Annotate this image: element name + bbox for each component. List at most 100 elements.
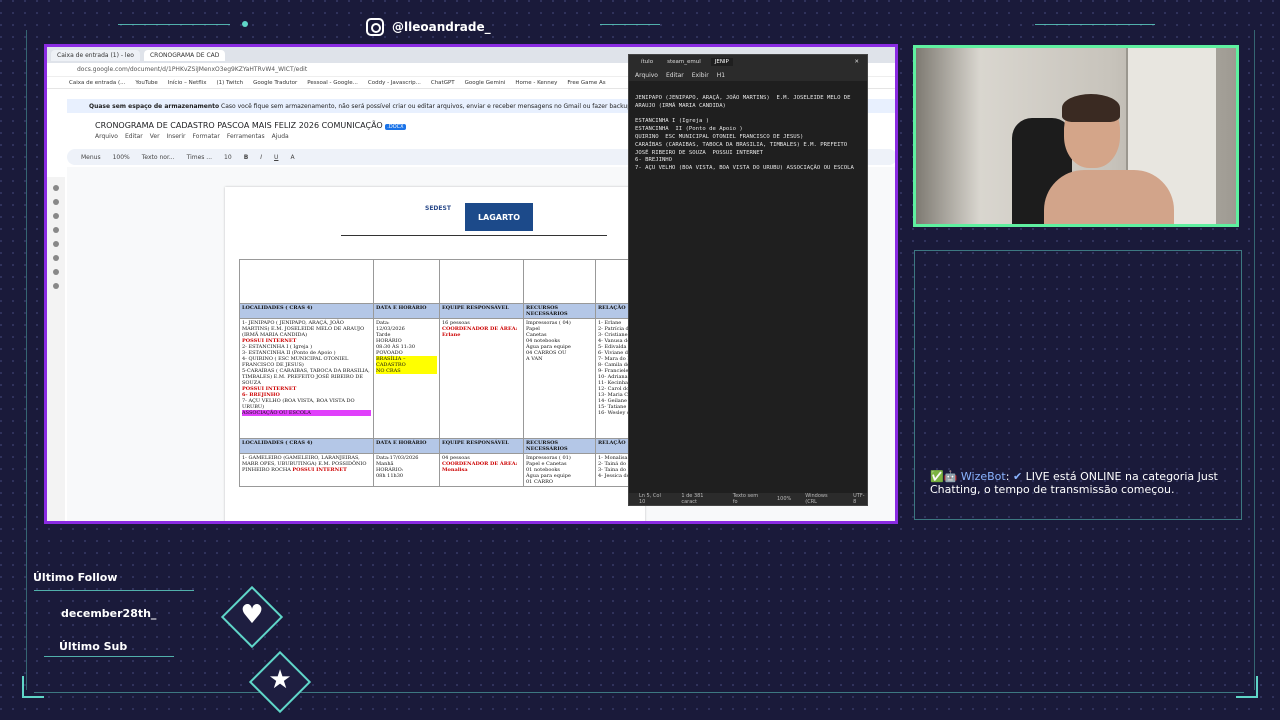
menu-arquivo[interactable]: Arquivo [95, 133, 118, 140]
zoom-select[interactable]: 100% [113, 154, 130, 161]
top-deco-dot [242, 21, 248, 27]
webcam-feed [913, 45, 1239, 227]
menu-ver[interactable]: Ver [150, 133, 160, 140]
sedest-logo: SEDEST [425, 205, 451, 212]
notepad-menu-editar[interactable]: Editar [666, 72, 684, 79]
storage-warning-text: Caso você fique sem armazenamento, não s… [221, 102, 676, 110]
document-title-text: CRONOGRAMA DE CADASTRO PASCOA MAIS FELIZ… [95, 121, 383, 130]
corner-bottom-left [22, 676, 44, 698]
bookmark-item[interactable]: Pessoal - Google... [307, 80, 358, 86]
menu-editar[interactable]: Editar [125, 133, 143, 140]
notepad-menu-exibir[interactable]: Exibir [692, 72, 709, 79]
italic-button[interactable]: I [260, 154, 262, 161]
bookmark-item[interactable]: Coddy - Javascrip... [368, 80, 421, 86]
top-deco-line [118, 24, 230, 25]
bookmark-item[interactable]: ChatGPT [431, 80, 455, 86]
table-header-row-2: LOCALIDADES ( CRAS 4) DATA E HORÁRIO EQU… [239, 438, 636, 454]
bookmark-item[interactable]: Google Tradutor [253, 80, 297, 86]
bookmark-item[interactable]: YouTube [135, 80, 157, 86]
zoom-status: 100% [776, 496, 792, 502]
url-text: docs.google.com/document/d/1PHKvZSiJMenx… [77, 66, 308, 73]
sidebar-icon[interactable] [53, 283, 59, 289]
text-line: JOSÉ RIBEIRO DE SOUZA POSSUI INTERNET [635, 149, 763, 156]
encoding-status: UTF-8 [853, 493, 865, 505]
webcam-person-hair [1062, 94, 1120, 122]
webcam-person-torso [1044, 170, 1174, 224]
document-page[interactable]: SEDEST LAGARTO LOCALIDADES ( CRAS 4) DAT… [225, 187, 645, 521]
bookmark-item[interactable]: Free Game As [567, 80, 605, 86]
line-ending-status: Windows (CRL [805, 493, 828, 505]
team-cell: 04 pessoas COORDENADOR DE ÁREA: Monalisa [439, 453, 524, 487]
underline-button[interactable]: U [274, 154, 278, 161]
notepad-tab[interactable]: ítulo [637, 58, 657, 66]
notepad-heading-select[interactable]: H1 [717, 72, 725, 79]
loc-line: 7- AÇU VELHO (BOA VISTA, BOA VISTA DO UR… [242, 398, 355, 410]
bookmark-item[interactable]: Caixa de entrada (... [69, 80, 125, 86]
close-icon[interactable]: ✕ [854, 59, 859, 65]
bookmark-item[interactable]: (1) Twitch [216, 80, 243, 86]
last-follow-user: december28th_ [61, 607, 157, 620]
check-icon: ✔ [1012, 470, 1023, 483]
instagram-handle-text: @lleoandrade_ [392, 20, 491, 34]
menus-search[interactable]: Menus [81, 154, 101, 161]
col-header: DATA E HORÁRIO [373, 438, 440, 454]
sidebar-icon[interactable] [53, 227, 59, 233]
document-title[interactable]: CRONOGRAMA DE CADASTRO PASCOA MAIS FELIZ… [95, 121, 406, 130]
text-line: 7- AÇU VELHO (BOA VISTA, BOA VISTA DO UR… [635, 165, 854, 172]
font-select[interactable]: Times ... [187, 154, 212, 161]
menu-formatar[interactable]: Formatar [193, 133, 220, 140]
bot-separator: : [1005, 470, 1010, 483]
col-header: EQUIPE RESPONSÁVEL [439, 303, 524, 319]
menu-ferramentas[interactable]: Ferramentas [227, 133, 265, 140]
menu-inserir[interactable]: Inserir [167, 133, 186, 140]
localidades-cell: 1- JENIPAPO ( JENIPAPO, ARAÇÁ, JOÃO MART… [239, 318, 374, 439]
menu-ajuda[interactable]: Ajuda [272, 133, 289, 140]
chat-message: ✅🤖 WizeBot: ✔ LIVE está ONLINE na catego… [930, 470, 1240, 496]
browser-tab-docs[interactable]: CRONOGRAMA DE CAD [143, 49, 226, 61]
bookmark-item[interactable]: Início – Netflix [168, 80, 207, 86]
sidebar-icon[interactable] [53, 269, 59, 275]
loc-line: 1- JENIPAPO ( JENIPAPO, ARAÇÁ, JOÃO MART… [242, 320, 365, 338]
text-line: JENIPAPO (JENIPAPO, ARAÇÁ, JOÃO MARTINS)… [635, 95, 851, 101]
sidebar-icon[interactable] [53, 241, 59, 247]
sidebar-icon[interactable] [53, 185, 59, 191]
lagarto-logo: LAGARTO [465, 203, 533, 231]
bold-button[interactable]: B [244, 154, 249, 161]
resource-line: 01 CARRO [526, 479, 554, 485]
text-color-button[interactable]: A [290, 154, 294, 161]
loc-line: ASSOCIAÇÃO OU ESCOLA [242, 410, 371, 416]
sidebar-icon[interactable] [53, 199, 59, 205]
format-status: Texto sem fo [732, 493, 759, 505]
text-line: QUIRINO ESC MUNICIPAL OTONIEL FRANCISCO … [635, 133, 804, 140]
date-cell: Data:17/03/2026 Manhã HORÁRIO: 08h 11h30 [373, 453, 440, 487]
top-deco-line-right [600, 24, 660, 25]
loc-line: 4- QUIRINO ( ESC MUNICIPAL OTONIEL FRANC… [242, 356, 349, 368]
notepad-tab[interactable]: steam_emul [663, 58, 705, 66]
notepad-menu-bar: Arquivo Editar Exibir H1 [629, 69, 867, 81]
top-deco-line-right2 [1035, 24, 1155, 25]
notepad-menu-arquivo[interactable]: Arquivo [635, 72, 658, 79]
text-line: ARAUJO (IRMÃ MARIA CANDIDA) [635, 102, 726, 109]
notepad-tab-active[interactable]: JENIP [710, 58, 733, 66]
last-follow-label: Último Follow [33, 571, 118, 584]
localidades-cell: 1- GAMELEIRO (GAMELEIRO, LARANJEIRAS, MA… [239, 453, 374, 487]
col-header: DATA E HORÁRIO [373, 303, 440, 319]
corner-bottom-right [1236, 676, 1258, 698]
col-header: LOCALIDADES ( CRAS 4) [239, 438, 374, 454]
font-size-input[interactable]: 10 [224, 154, 232, 161]
table-header-row: LOCALIDADES ( CRAS 4) DATA E HORÁRIO EQU… [239, 303, 636, 319]
right-deco-line [1254, 30, 1255, 690]
bookmark-item[interactable]: Google Gemini [465, 80, 506, 86]
cursor-position: Ln 5, Col 10 [639, 493, 661, 505]
team-cell: 16 pessoas COORDENADOR DE ÁREA: Erlane [439, 318, 524, 439]
sidebar-icon[interactable] [53, 255, 59, 261]
notepad-text-area[interactable]: JENIPAPO (JENIPAPO, ARAÇÁ, JOÃO MARTINS)… [635, 95, 867, 173]
bottom-deco-line [34, 692, 1244, 693]
notepad-window: ítulo steam_emul JENIP ✕ Arquivo Editar … [628, 54, 868, 506]
bot-emoji-icons: ✅🤖 [930, 470, 958, 483]
browser-tab-gmail[interactable]: Caixa de entrada (1) - leo [51, 49, 140, 61]
style-select[interactable]: Texto nor... [142, 154, 175, 161]
bookmark-item[interactable]: Home - Kenney [515, 80, 557, 86]
star-icon: ★ [268, 665, 292, 695]
sidebar-icon[interactable] [53, 213, 59, 219]
